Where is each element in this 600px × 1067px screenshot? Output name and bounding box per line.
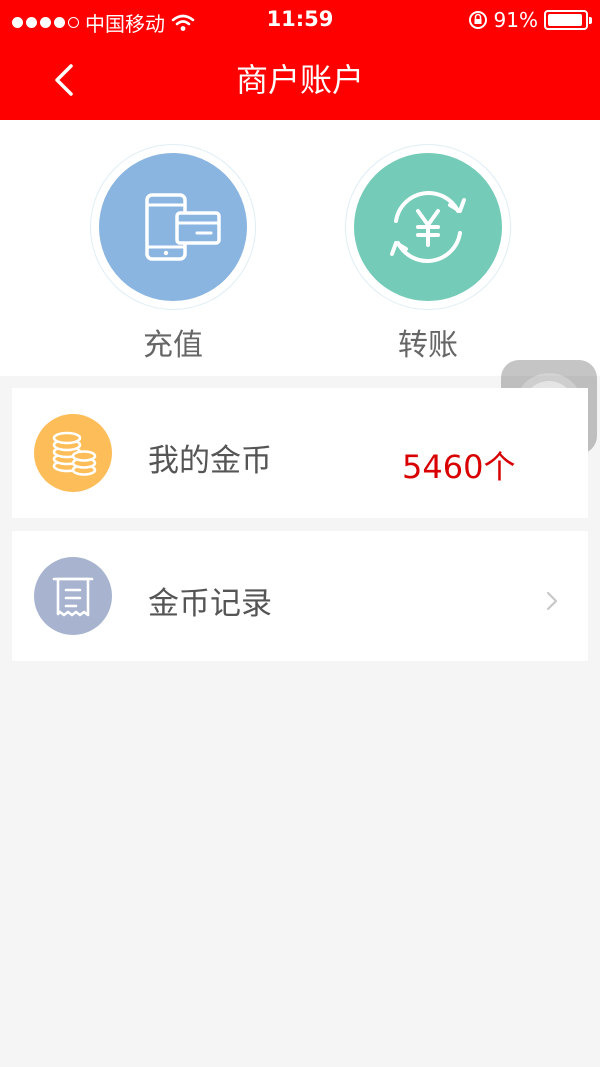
coin-record-label: 金币记录	[148, 586, 272, 622]
action-panel: 充值 转账	[0, 120, 600, 376]
coin-balance: 5460个	[402, 448, 516, 486]
transfer-button[interactable]: 转账	[343, 144, 513, 364]
page-title: 商户账户	[235, 61, 364, 99]
transfer-ring	[345, 144, 511, 310]
my-coins-label: 我的金币	[148, 443, 272, 479]
recharge-ring	[90, 144, 256, 310]
phone-card-icon	[99, 153, 247, 301]
chevron-right-icon	[546, 591, 558, 611]
coin-record-card[interactable]: 金币记录	[12, 531, 588, 661]
receipt-icon	[34, 557, 112, 635]
orientation-lock-icon	[468, 11, 487, 29]
top-bar: 中国移动 11:59 91% 商户账户	[0, 0, 600, 120]
battery-percent: 91%	[493, 8, 538, 32]
status-bar: 中国移动 11:59 91%	[0, 0, 600, 40]
coins-icon	[34, 414, 112, 492]
recharge-label: 充值	[143, 328, 203, 363]
status-right: 91%	[468, 8, 592, 32]
recharge-button[interactable]: 充值	[88, 144, 258, 364]
yuan-transfer-icon	[354, 153, 502, 301]
my-coins-card[interactable]: 我的金币 5460个	[12, 388, 588, 518]
battery-icon	[544, 10, 592, 30]
transfer-label: 转账	[398, 328, 458, 363]
